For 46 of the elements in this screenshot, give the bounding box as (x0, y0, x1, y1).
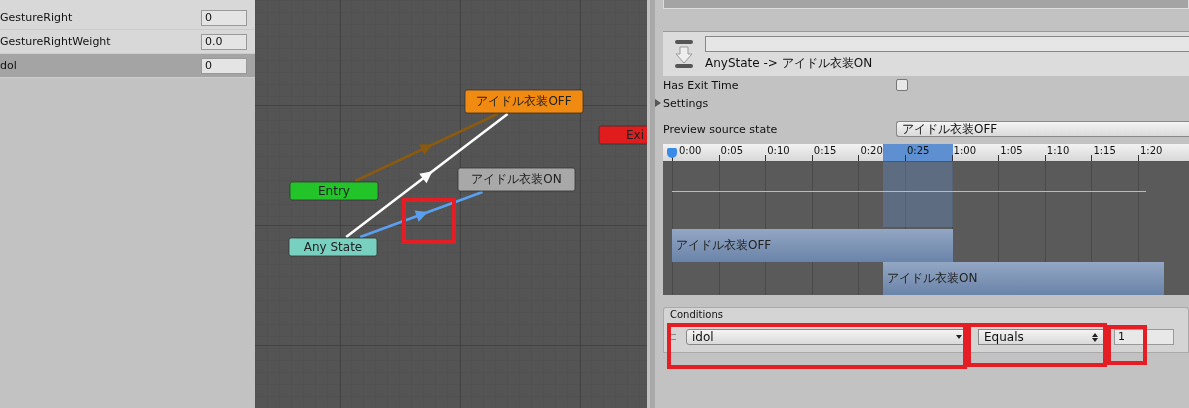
transition-overlap (883, 162, 953, 227)
drag-handle-icon[interactable] (668, 334, 676, 340)
value-field[interactable]: 1 (1114, 329, 1174, 345)
parameter-value-field[interactable]: 0 (201, 9, 247, 26)
parameter-row[interactable]: GestureRight 0 (0, 6, 255, 30)
field-label: Preview source state (663, 122, 779, 136)
transition-title: AnyState -> アイドル衣装ON (705, 55, 874, 72)
parameter-row[interactable]: dol 0 (0, 54, 255, 78)
parameter-name: GestureRightWeight (0, 35, 111, 48)
parameter-name: dol (0, 59, 17, 72)
transition-arrow[interactable] (359, 190, 483, 239)
time-label: 0:05 (720, 145, 744, 156)
highlight-frame (402, 198, 456, 244)
mode-dropdown[interactable]: Equals (978, 329, 1104, 345)
parameter-name: GestureRight (0, 11, 73, 24)
time-label: 1:00 (953, 145, 977, 156)
transition-icon (673, 39, 695, 69)
time-label: 1:15 (1093, 145, 1116, 156)
clip-label: アイドル衣装OFF (675, 237, 772, 254)
time-label: 0:20 (860, 145, 883, 156)
transition-arrow[interactable] (354, 112, 498, 183)
parameter-row[interactable]: GestureRightWeight 0.0 (0, 30, 255, 54)
time-label: 1:10 (1046, 145, 1070, 156)
time-label: 1:05 (1000, 145, 1023, 156)
parameter-value-field[interactable]: 0.0 (201, 33, 247, 50)
state-node[interactable]: Any State (288, 237, 378, 257)
time-label: 0:00 (679, 145, 702, 156)
field-label: Has Exit Time (663, 78, 740, 92)
time-label: 0:25 (907, 145, 930, 156)
caret-icon (1092, 332, 1098, 342)
checkbox[interactable] (896, 79, 908, 91)
state-dropdown[interactable]: アイドル衣装OFF (896, 121, 1189, 137)
state-node[interactable]: アイドル衣装ON (457, 167, 576, 192)
settings-foldout[interactable]: Settings (655, 94, 1189, 112)
state-node[interactable]: アイドル衣装OFF (464, 89, 584, 114)
time-label: 1:20 (1140, 145, 1163, 156)
parameter-value-field[interactable]: 0 (201, 57, 247, 74)
caret-icon (956, 335, 962, 339)
time-label: 0:10 (767, 145, 790, 156)
name-field[interactable] (705, 36, 1189, 52)
time-label: 0:15 (813, 145, 837, 156)
state-node[interactable]: Entry (289, 181, 379, 201)
section-title: Conditions (670, 309, 723, 320)
clip-label: アイドル衣装ON (886, 270, 978, 287)
transition-range[interactable] (883, 144, 953, 161)
playhead-marker[interactable] (667, 148, 677, 158)
